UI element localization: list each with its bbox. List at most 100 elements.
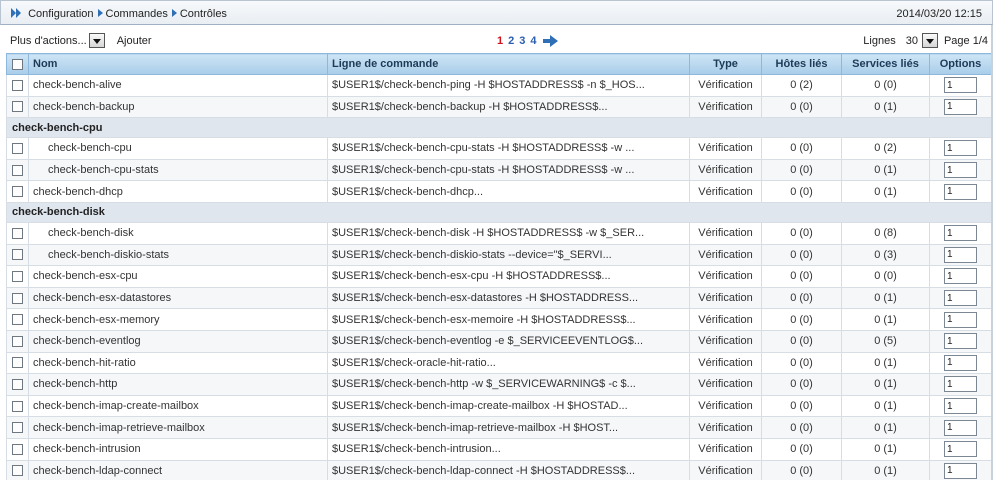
- row-checkbox[interactable]: [12, 357, 23, 369]
- linked-hosts: 0 (0): [761, 459, 842, 480]
- breadcrumb-item-commandes[interactable]: Commandes: [106, 8, 168, 20]
- row-checkbox[interactable]: [12, 186, 23, 198]
- duplicate-count-input[interactable]: [944, 441, 977, 458]
- command-name[interactable]: check-bench-cpu-stats: [28, 158, 328, 182]
- table-row[interactable]: check-bench-esx-datastores $USER1$/check-…: [6, 286, 992, 310]
- command-line: $USER1$/check-bench-dhcp...: [327, 180, 690, 203]
- table-row[interactable]: check-bench-alive $USER1$/check-bench-pin…: [6, 74, 992, 97]
- table-row[interactable]: check-bench-imap-retrieve-mailbox $USER1$…: [6, 416, 992, 439]
- row-checkbox[interactable]: [12, 271, 23, 283]
- command-name[interactable]: check-bench-eventlog: [28, 329, 328, 353]
- command-name[interactable]: check-bench-cpu: [28, 137, 328, 160]
- command-name[interactable]: check-bench-esx-memory: [28, 308, 328, 331]
- command-name[interactable]: check-bench-intrusion: [28, 437, 328, 461]
- command-name[interactable]: check-bench-imap-create-mailbox: [28, 394, 328, 418]
- row-checkbox[interactable]: [12, 400, 23, 412]
- more-actions-dropdown[interactable]: [88, 33, 105, 48]
- select-all-checkbox[interactable]: [12, 58, 23, 70]
- linked-hosts: 0 (0): [761, 308, 842, 331]
- breadcrumb-separator-icon: [171, 9, 177, 17]
- table-row[interactable]: check-bench-dhcp $USER1$/check-bench-dhcp…: [6, 180, 992, 203]
- row-checkbox[interactable]: [12, 422, 23, 434]
- breadcrumb-item-configuration[interactable]: Configuration: [28, 8, 93, 20]
- row-checkbox[interactable]: [12, 164, 23, 176]
- command-name[interactable]: check-bench-hit-ratio: [28, 351, 328, 375]
- row-checkbox[interactable]: [12, 227, 23, 239]
- row-checkbox[interactable]: [12, 292, 23, 304]
- linked-services: 0 (1): [841, 308, 930, 331]
- column-header-name[interactable]: Nom: [28, 53, 328, 75]
- table-row[interactable]: check-bench-http $USER1$/check-bench-http…: [6, 373, 992, 396]
- command-name[interactable]: check-bench-dhcp: [28, 180, 328, 203]
- command-name[interactable]: check-bench-esx-cpu: [28, 265, 328, 288]
- next-page-arrow-icon[interactable]: [542, 35, 558, 47]
- command-name[interactable]: check-bench-alive: [28, 74, 328, 97]
- add-button[interactable]: Ajouter: [117, 35, 152, 47]
- duplicate-count-input[interactable]: [944, 290, 977, 307]
- row-checkbox[interactable]: [12, 314, 23, 326]
- duplicate-count-input[interactable]: [944, 246, 977, 263]
- command-name[interactable]: check-bench-imap-retrieve-mailbox: [28, 416, 328, 439]
- command-line: $USER1$/check-bench-intrusion...: [327, 437, 690, 461]
- duplicate-count-input[interactable]: [944, 311, 977, 328]
- command-name[interactable]: check-bench-http: [28, 373, 328, 396]
- column-header-type: Type: [689, 53, 762, 75]
- duplicate-count-input[interactable]: [944, 354, 977, 371]
- table-row[interactable]: check-bench-cpu-stats $USER1$/check-bench…: [6, 158, 992, 182]
- linked-hosts: 0 (2): [761, 74, 842, 97]
- row-checkbox[interactable]: [12, 443, 23, 455]
- duplicate-count-input[interactable]: [944, 98, 977, 115]
- breadcrumb-separator-icon: [97, 9, 103, 17]
- options-cell: [929, 416, 992, 439]
- table-row[interactable]: check-bench-disk $USER1$/check-bench-disk…: [6, 221, 992, 245]
- row-checkbox[interactable]: [12, 379, 23, 391]
- row-checkbox[interactable]: [12, 101, 23, 113]
- row-select-cell: [6, 265, 29, 288]
- page-link-3[interactable]: 3: [519, 35, 525, 47]
- duplicate-count-input[interactable]: [944, 162, 977, 179]
- linked-services: 0 (1): [841, 373, 930, 396]
- page-link-2[interactable]: 2: [508, 35, 514, 47]
- table-row[interactable]: check-bench-imap-create-mailbox $USER1$/c…: [6, 394, 992, 418]
- table-row[interactable]: check-bench-backup $USER1$/check-bench-ba…: [6, 95, 992, 119]
- command-line: $USER1$/check-bench-http -w $_SERVICEWAR…: [327, 373, 690, 396]
- row-checkbox[interactable]: [12, 143, 23, 155]
- command-type: Vérification: [689, 221, 762, 245]
- table-row[interactable]: check-bench-eventlog $USER1$/check-bench-…: [6, 329, 992, 353]
- command-name[interactable]: check-bench-esx-datastores: [28, 286, 328, 310]
- table-row[interactable]: check-bench-esx-memory $USER1$/check-benc…: [6, 308, 992, 331]
- table-row[interactable]: check-bench-ldap-connect $USER1$/check-be…: [6, 459, 992, 480]
- options-cell: [929, 373, 992, 396]
- linked-hosts: 0 (0): [761, 351, 842, 375]
- row-checkbox[interactable]: [12, 465, 23, 477]
- command-name[interactable]: check-bench-backup: [28, 95, 328, 119]
- table-row[interactable]: check-bench-intrusion $USER1$/check-bench…: [6, 437, 992, 461]
- lines-dropdown[interactable]: [921, 33, 938, 48]
- duplicate-count-input[interactable]: [944, 77, 977, 94]
- duplicate-count-input[interactable]: [944, 376, 977, 393]
- duplicate-count-input[interactable]: [944, 462, 977, 479]
- duplicate-count-input[interactable]: [944, 225, 977, 242]
- duplicate-count-input[interactable]: [944, 398, 977, 415]
- command-name[interactable]: check-bench-disk: [28, 221, 328, 245]
- row-checkbox[interactable]: [12, 79, 23, 91]
- command-type: Vérification: [689, 180, 762, 203]
- row-checkbox[interactable]: [12, 335, 23, 347]
- duplicate-count-input[interactable]: [944, 419, 977, 436]
- page-link-4[interactable]: 4: [530, 35, 536, 47]
- command-name[interactable]: check-bench-diskio-stats: [28, 243, 328, 267]
- page-link-1[interactable]: 1: [497, 35, 503, 47]
- table-row[interactable]: check-bench-cpu $USER1$/check-bench-cpu-s…: [6, 137, 992, 160]
- table-row[interactable]: check-bench-esx-cpu $USER1$/check-bench-e…: [6, 265, 992, 288]
- row-checkbox[interactable]: [12, 249, 23, 261]
- table-row[interactable]: check-bench-diskio-stats $USER1$/check-be…: [6, 243, 992, 267]
- table-row[interactable]: check-bench-hit-ratio $USER1$/check-oracl…: [6, 351, 992, 375]
- duplicate-count-input[interactable]: [944, 333, 977, 350]
- duplicate-count-input[interactable]: [944, 140, 977, 157]
- duplicate-count-input[interactable]: [944, 268, 977, 285]
- linked-services: 0 (1): [841, 95, 930, 119]
- command-name[interactable]: check-bench-ldap-connect: [28, 459, 328, 480]
- duplicate-count-input[interactable]: [944, 183, 977, 200]
- table-body: check-bench-alive $USER1$/check-bench-pin…: [6, 74, 992, 480]
- column-header-command[interactable]: Ligne de commande: [327, 53, 690, 75]
